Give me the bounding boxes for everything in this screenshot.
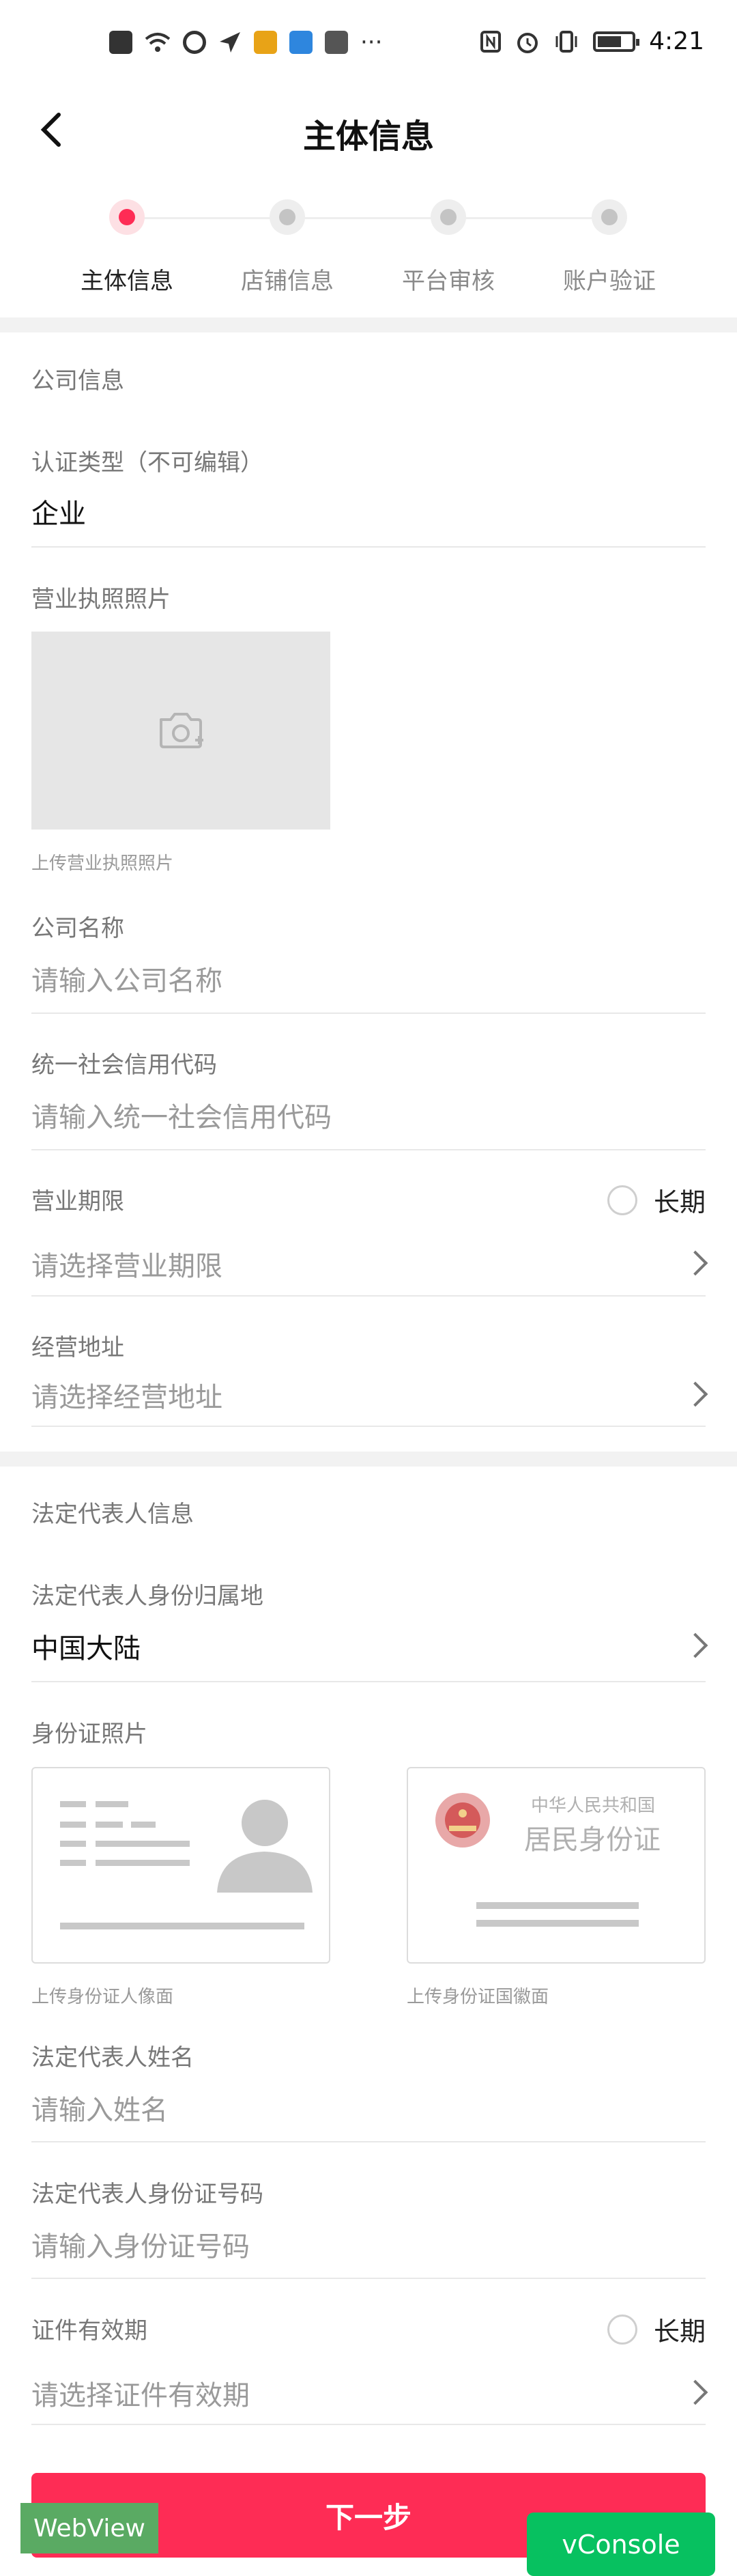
status-time: 4:21 [649, 27, 704, 55]
divider [31, 1295, 706, 1297]
validity-long-label: 长期 [653, 2317, 706, 2347]
status-right: 4:21 [480, 27, 704, 55]
credit-code-label: 统一社会信用代码 [31, 1051, 217, 1079]
legal-section-title: 法定代表人信息 [31, 1501, 194, 1528]
legal-name-label: 法定代表人姓名 [31, 2044, 194, 2071]
address-select[interactable]: 请选择经营地址 [31, 1375, 222, 1415]
divider [31, 2424, 706, 2425]
id-front-upload[interactable] [31, 1767, 330, 1964]
nfc-icon [480, 30, 502, 53]
step-4-indicator [592, 199, 627, 235]
mail-icon [325, 31, 348, 54]
id-portrait-illustration [60, 1800, 313, 1929]
gallery-icon [289, 31, 313, 54]
more-icon: ··· [360, 29, 383, 56]
step-4-label: 账户验证 [563, 268, 656, 295]
vibrate-icon [555, 30, 577, 53]
id-number-input[interactable]: 请输入身份证号码 [31, 2224, 250, 2264]
vconsole-button[interactable]: vConsole [527, 2513, 715, 2576]
legal-name-input[interactable]: 请输入姓名 [31, 2088, 168, 2127]
divider [31, 1013, 706, 1014]
id-front-hint: 上传身份证人像面 [31, 1987, 174, 2007]
chevron-right-icon [682, 1381, 708, 1407]
address-label: 经营地址 [31, 1334, 124, 1361]
chevron-right-icon [682, 1632, 708, 1658]
term-long-option[interactable]: 长期 [607, 1181, 706, 1219]
legal-region-select[interactable]: 中国大陆 [31, 1626, 141, 1666]
step-4: 账户验证 [529, 191, 690, 296]
step-1-label: 主体信息 [81, 268, 173, 295]
credit-code-input[interactable]: 请输入统一社会信用代码 [31, 1095, 332, 1135]
id-back-upload[interactable]: 中华人民共和国 居民身份证 [407, 1767, 706, 1964]
divider [31, 1426, 706, 1427]
step-1: 主体信息 [46, 191, 207, 296]
validity-long-option[interactable]: 长期 [607, 2310, 706, 2348]
cert-type-label: 认证类型（不可编辑） [31, 449, 263, 477]
status-bar: ··· 4:21 [0, 0, 737, 94]
license-photo-label: 营业执照照片 [31, 586, 171, 613]
shazam-icon [183, 31, 206, 54]
status-left-icons: ··· [109, 29, 382, 56]
business-term-label: 营业期限 [31, 1188, 124, 1215]
term-long-radio[interactable] [607, 1185, 637, 1215]
company-name-input[interactable]: 请输入公司名称 [31, 959, 222, 998]
divider [31, 546, 706, 548]
business-term-select[interactable]: 请选择营业期限 [31, 1244, 222, 1284]
battery-icon [593, 31, 640, 52]
divider [31, 1681, 706, 1682]
id-photo-label: 身份证照片 [31, 1721, 147, 1748]
chevron-right-icon [682, 2379, 708, 2405]
id-number-label: 法定代表人身份证号码 [31, 2181, 263, 2208]
step-3-label: 平台审核 [402, 268, 495, 295]
chevron-right-icon [682, 1250, 708, 1276]
term-long-label: 长期 [653, 1187, 706, 1217]
id-back-hint: 上传身份证国徽面 [407, 1987, 549, 2007]
location-icon [220, 32, 240, 53]
camera-add-icon [160, 713, 203, 748]
progress-stepper: 主体信息 店铺信息 平台审核 账户验证 [0, 191, 737, 307]
divider [31, 1149, 706, 1150]
id-back-lines [476, 1902, 639, 1927]
step-2-label: 店铺信息 [241, 268, 334, 295]
license-upload-box[interactable] [31, 632, 330, 830]
validity-select[interactable]: 请选择证件有效期 [31, 2373, 250, 2413]
wifi-icon [145, 33, 171, 52]
alarm-icon [517, 32, 538, 53]
section-divider [0, 317, 737, 332]
step-3: 平台审核 [368, 191, 529, 296]
top-header: 主体信息 [0, 94, 737, 169]
company-name-label: 公司名称 [31, 915, 124, 942]
webview-tag: WebView [20, 2503, 158, 2553]
validity-label: 证件有效期 [31, 2317, 147, 2345]
page-title: 主体信息 [302, 117, 434, 156]
cert-type-value: 企业 [31, 498, 86, 530]
notification-icon [109, 31, 132, 54]
step-2: 店铺信息 [207, 191, 368, 296]
divider [31, 2278, 706, 2279]
validity-long-radio[interactable] [607, 2314, 637, 2345]
step-1-indicator [109, 199, 145, 235]
section-divider [0, 1452, 737, 1467]
legal-region-label: 法定代表人身份归属地 [31, 1583, 263, 1610]
license-upload-hint: 上传营业执照照片 [31, 853, 174, 874]
step-2-indicator [270, 199, 305, 235]
divider [31, 2141, 706, 2142]
step-3-indicator [431, 199, 466, 235]
app-icon [254, 31, 277, 54]
company-section-title: 公司信息 [31, 367, 124, 395]
